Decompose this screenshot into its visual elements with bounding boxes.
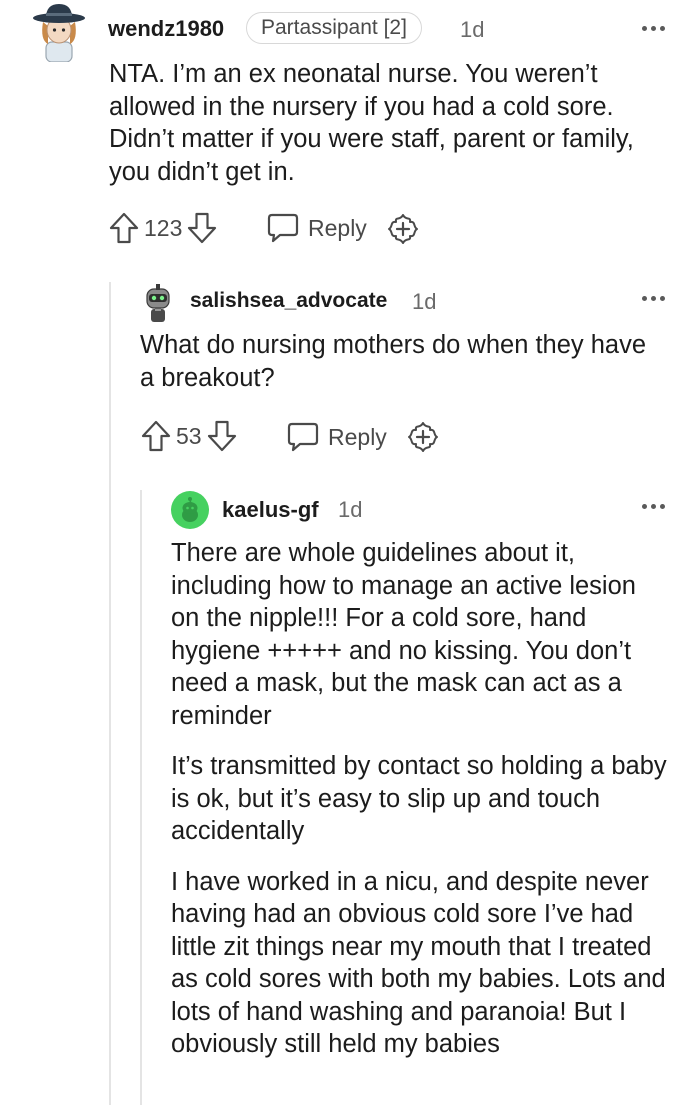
comment-actions: 53 (140, 419, 238, 453)
thread-line[interactable] (109, 282, 111, 1105)
hat-avatar-icon[interactable] (32, 2, 86, 63)
reply-icon (286, 421, 320, 453)
comment-username[interactable]: kaelus-gf (222, 497, 319, 523)
comment-username[interactable]: wendz1980 (108, 16, 224, 42)
comment-paragraph: It’s transmitted by contact so holding a… (171, 752, 667, 845)
comment-paragraph: I have worked in a nicu, and despite nev… (171, 867, 666, 1059)
reply-icon (266, 212, 300, 244)
award-button[interactable] (386, 212, 420, 246)
comment-paragraph: What do nursing mothers do when they hav… (140, 331, 647, 392)
reply-button[interactable]: Reply (286, 421, 387, 453)
robot-avatar-icon[interactable] (140, 283, 176, 323)
snoo-avatar-icon[interactable] (171, 491, 209, 529)
comment-username[interactable]: salishsea_advocate (190, 289, 387, 313)
comment-time: 1d (338, 497, 363, 522)
comment-paragraph: There are whole guidelines about it, inc… (171, 539, 636, 730)
comment-body: NTA. I’m an ex neonatal nurse. You weren… (109, 58, 669, 188)
comment-time: 1d (412, 289, 437, 314)
upvote-icon[interactable] (140, 419, 172, 453)
award-plus-icon (408, 422, 438, 452)
upvote-icon[interactable] (108, 211, 140, 245)
downvote-icon[interactable] (186, 211, 218, 245)
comment-paragraph: NTA. I’m an ex neonatal nurse. You weren… (109, 60, 634, 186)
reply-label: Reply (308, 214, 367, 241)
comment-body: There are whole guidelines about it, inc… (171, 537, 671, 1061)
more-options-icon[interactable] (640, 288, 672, 308)
vote-count: 53 (176, 422, 202, 449)
reply-label: Reply (328, 423, 387, 450)
user-flair: Partassipant [2] (246, 12, 422, 44)
more-options-icon[interactable] (640, 18, 672, 38)
downvote-icon[interactable] (206, 419, 238, 453)
award-plus-icon (388, 214, 418, 244)
vote-count: 123 (144, 214, 183, 241)
more-options-icon[interactable] (640, 496, 672, 516)
thread-line[interactable] (140, 490, 142, 1105)
reply-button[interactable]: Reply (266, 212, 367, 244)
comment-actions: 123 (108, 211, 218, 245)
comment-body: What do nursing mothers do when they hav… (140, 329, 660, 394)
comment-time: 1d (460, 17, 485, 42)
award-button[interactable] (406, 420, 440, 454)
